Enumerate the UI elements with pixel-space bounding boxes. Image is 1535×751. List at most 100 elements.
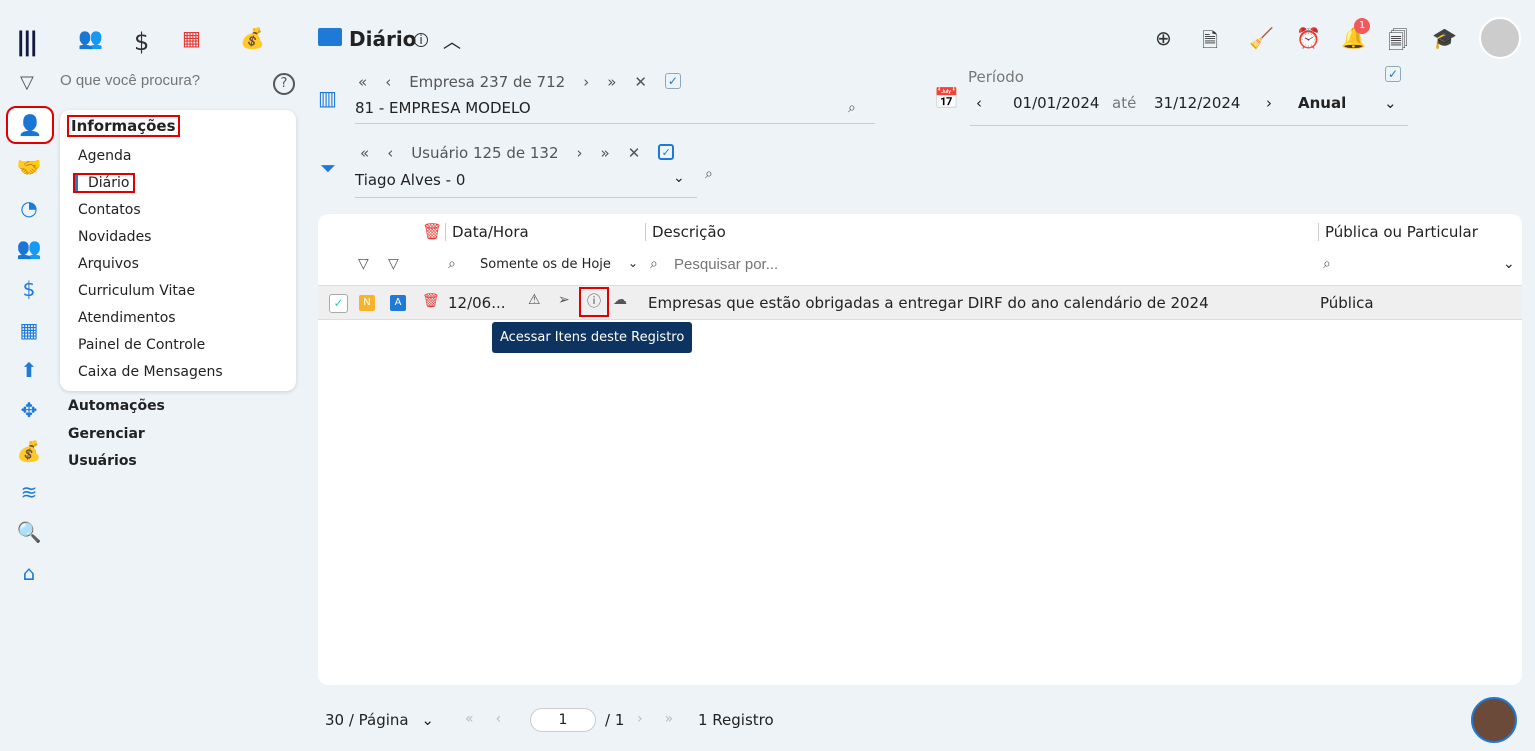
header-descricao[interactable]: Descrição xyxy=(645,223,726,241)
chevron-down-icon[interactable]: ⌄ xyxy=(1503,256,1515,272)
broom-icon[interactable]: 🧹 xyxy=(1249,26,1274,50)
filter-icon[interactable]: ▽ xyxy=(20,72,34,93)
periodo-label: Período xyxy=(968,68,1024,86)
next-button[interactable]: › xyxy=(577,144,583,162)
filter-icon[interactable]: ▽ xyxy=(388,256,399,272)
chevron-down-icon[interactable]: ⌄ xyxy=(628,256,638,270)
next-button[interactable]: › xyxy=(583,73,589,91)
search-icon[interactable]: ⌕ xyxy=(705,166,713,182)
prev-button[interactable]: ‹ xyxy=(387,144,393,162)
layers-icon[interactable]: ≋ xyxy=(16,479,42,505)
date-filter-select[interactable]: Somente os de Hoje xyxy=(480,257,611,272)
add-icon[interactable]: ⊕ xyxy=(1155,26,1172,50)
usuario-select[interactable]: Tiago Alves - 0 xyxy=(355,171,697,198)
first-page-button[interactable]: « xyxy=(465,711,474,727)
usuario-counter: Usuário 125 de 132 xyxy=(411,144,559,162)
cloud-upload-icon[interactable]: ☁ xyxy=(613,292,627,308)
clear-button[interactable]: ✕ xyxy=(634,73,647,91)
money-bag-icon[interactable]: 💰 xyxy=(240,26,265,50)
filter-icon[interactable]: ▽ xyxy=(358,256,369,272)
delete-icon[interactable]: 🗑 xyxy=(422,293,440,309)
user-settings-icon[interactable]: 👤 xyxy=(6,106,54,144)
next-period-button[interactable]: › xyxy=(1266,94,1272,112)
next-page-button[interactable]: › xyxy=(637,711,643,727)
home-icon[interactable]: ⌂ xyxy=(16,560,42,586)
info-icon[interactable]: ⓘ xyxy=(579,287,609,317)
users-icon[interactable]: 👥 xyxy=(16,235,42,261)
money-bag-icon[interactable]: 💰 xyxy=(16,438,42,464)
menu-item-novidades[interactable]: Novidades xyxy=(78,229,151,245)
prev-page-button[interactable]: ‹ xyxy=(496,711,502,727)
first-button[interactable]: « xyxy=(358,73,367,91)
clear-button[interactable]: ✕ xyxy=(628,144,641,162)
menu-item-mensagens[interactable]: Caixa de Mensagens xyxy=(78,364,223,380)
usuario-nav: « ‹ Usuário 125 de 132 › » ✕ ✓ xyxy=(360,144,675,162)
search-icon[interactable]: 🔍 xyxy=(16,519,42,545)
funnel-icon[interactable]: ⏷ xyxy=(320,156,336,180)
start-date[interactable]: 01/01/2024 xyxy=(1013,94,1099,112)
badge-n: N xyxy=(359,295,375,311)
chevron-down-icon[interactable]: ⌄ xyxy=(673,170,685,186)
search-icon[interactable]: ⌕ xyxy=(1323,256,1331,272)
last-page-button[interactable]: » xyxy=(665,711,674,727)
menu-item-atendimentos[interactable]: Atendimentos xyxy=(78,310,176,326)
end-date[interactable]: 31/12/2024 xyxy=(1154,94,1240,112)
last-button[interactable]: » xyxy=(607,73,616,91)
first-button[interactable]: « xyxy=(360,144,369,162)
page-input[interactable]: 1 xyxy=(530,708,596,732)
clock-icon[interactable]: ◔ xyxy=(16,195,42,221)
search-icon[interactable]: ⌕ xyxy=(848,100,856,116)
prev-button[interactable]: ‹ xyxy=(385,73,391,91)
menu-item-curriculum[interactable]: Curriculum Vitae xyxy=(78,283,195,299)
section-gerenciar[interactable]: Gerenciar xyxy=(68,426,145,442)
section-usuarios[interactable]: Usuários xyxy=(68,453,137,469)
search-input[interactable] xyxy=(60,72,260,89)
dollar-circle-icon[interactable]: $ xyxy=(16,276,42,302)
prev-period-button[interactable]: ‹ xyxy=(976,94,982,112)
help-icon[interactable]: ? xyxy=(273,73,295,95)
menu-item-contatos[interactable]: Contatos xyxy=(78,202,141,218)
submenu-panel: Informações Agenda Diário Contatos Novid… xyxy=(60,110,296,391)
arrow-up-icon[interactable]: ⬆ xyxy=(16,357,42,383)
header-publica[interactable]: Pública ou Particular xyxy=(1318,223,1478,241)
alarm-icon[interactable]: ⚠ xyxy=(528,292,541,308)
usuario-checkbox[interactable]: ✓ xyxy=(658,144,675,160)
description-search-input[interactable] xyxy=(674,256,1074,273)
chevron-down-icon[interactable]: ⌄ xyxy=(1384,94,1397,112)
periodo-checkbox[interactable]: ✓ xyxy=(1385,66,1401,82)
chevron-up-icon[interactable]: ︿ xyxy=(443,28,461,54)
dollar-icon[interactable]: $ xyxy=(134,28,149,56)
empresa-checkbox[interactable]: ✓ xyxy=(664,73,681,89)
menu-item-agenda[interactable]: Agenda xyxy=(78,148,131,164)
calculator-icon[interactable]: ▦ xyxy=(182,26,201,50)
menu-item-diario[interactable]: Diário xyxy=(72,173,136,193)
assistant-avatar[interactable] xyxy=(1471,697,1517,743)
search-document-icon[interactable]: 🗐 xyxy=(1388,26,1408,60)
calculator-icon[interactable]: ▦ xyxy=(16,317,42,343)
search-icon[interactable]: ⌕ xyxy=(448,256,456,272)
row-checkbox[interactable]: ✓ xyxy=(329,294,348,313)
menu-title[interactable]: Informações xyxy=(67,115,180,137)
send-icon[interactable]: ➢ xyxy=(558,292,570,308)
diary-table: 🗑 Data/Hora Descrição Pública ou Particu… xyxy=(318,214,1522,685)
menu-item-painel[interactable]: Painel de Controle xyxy=(78,337,205,353)
graduation-cap-icon[interactable]: 🎓 xyxy=(1432,26,1457,50)
last-button[interactable]: » xyxy=(601,144,610,162)
per-page-select[interactable]: 30 / Página ⌄ xyxy=(325,711,434,729)
period-type[interactable]: Anual xyxy=(1298,94,1346,112)
handshake-icon[interactable]: 🤝 xyxy=(16,154,42,180)
section-automacoes[interactable]: Automações xyxy=(68,398,165,414)
people-icon[interactable]: 👥 xyxy=(78,26,103,50)
delete-all-icon[interactable]: 🗑 xyxy=(422,222,442,241)
alarm-icon[interactable]: ⏰ xyxy=(1296,26,1321,50)
table-row[interactable]: ✓ N A 🗑 12/06... ⚠ ➢ ⓘ ☁ Empresas que es… xyxy=(318,285,1522,320)
document-icon[interactable]: 🗎 xyxy=(1202,26,1218,60)
header-data-hora[interactable]: Data/Hora xyxy=(445,223,529,241)
network-icon[interactable]: ✥ xyxy=(16,397,42,423)
menu-item-arquivos[interactable]: Arquivos xyxy=(78,256,139,272)
avatar[interactable] xyxy=(1479,17,1521,59)
info-icon[interactable]: i xyxy=(414,33,428,47)
per-page-label: 30 / Página xyxy=(325,711,409,729)
empresa-field[interactable]: 81 - EMPRESA MODELO xyxy=(355,99,875,124)
total-pages: / 1 xyxy=(605,711,625,729)
